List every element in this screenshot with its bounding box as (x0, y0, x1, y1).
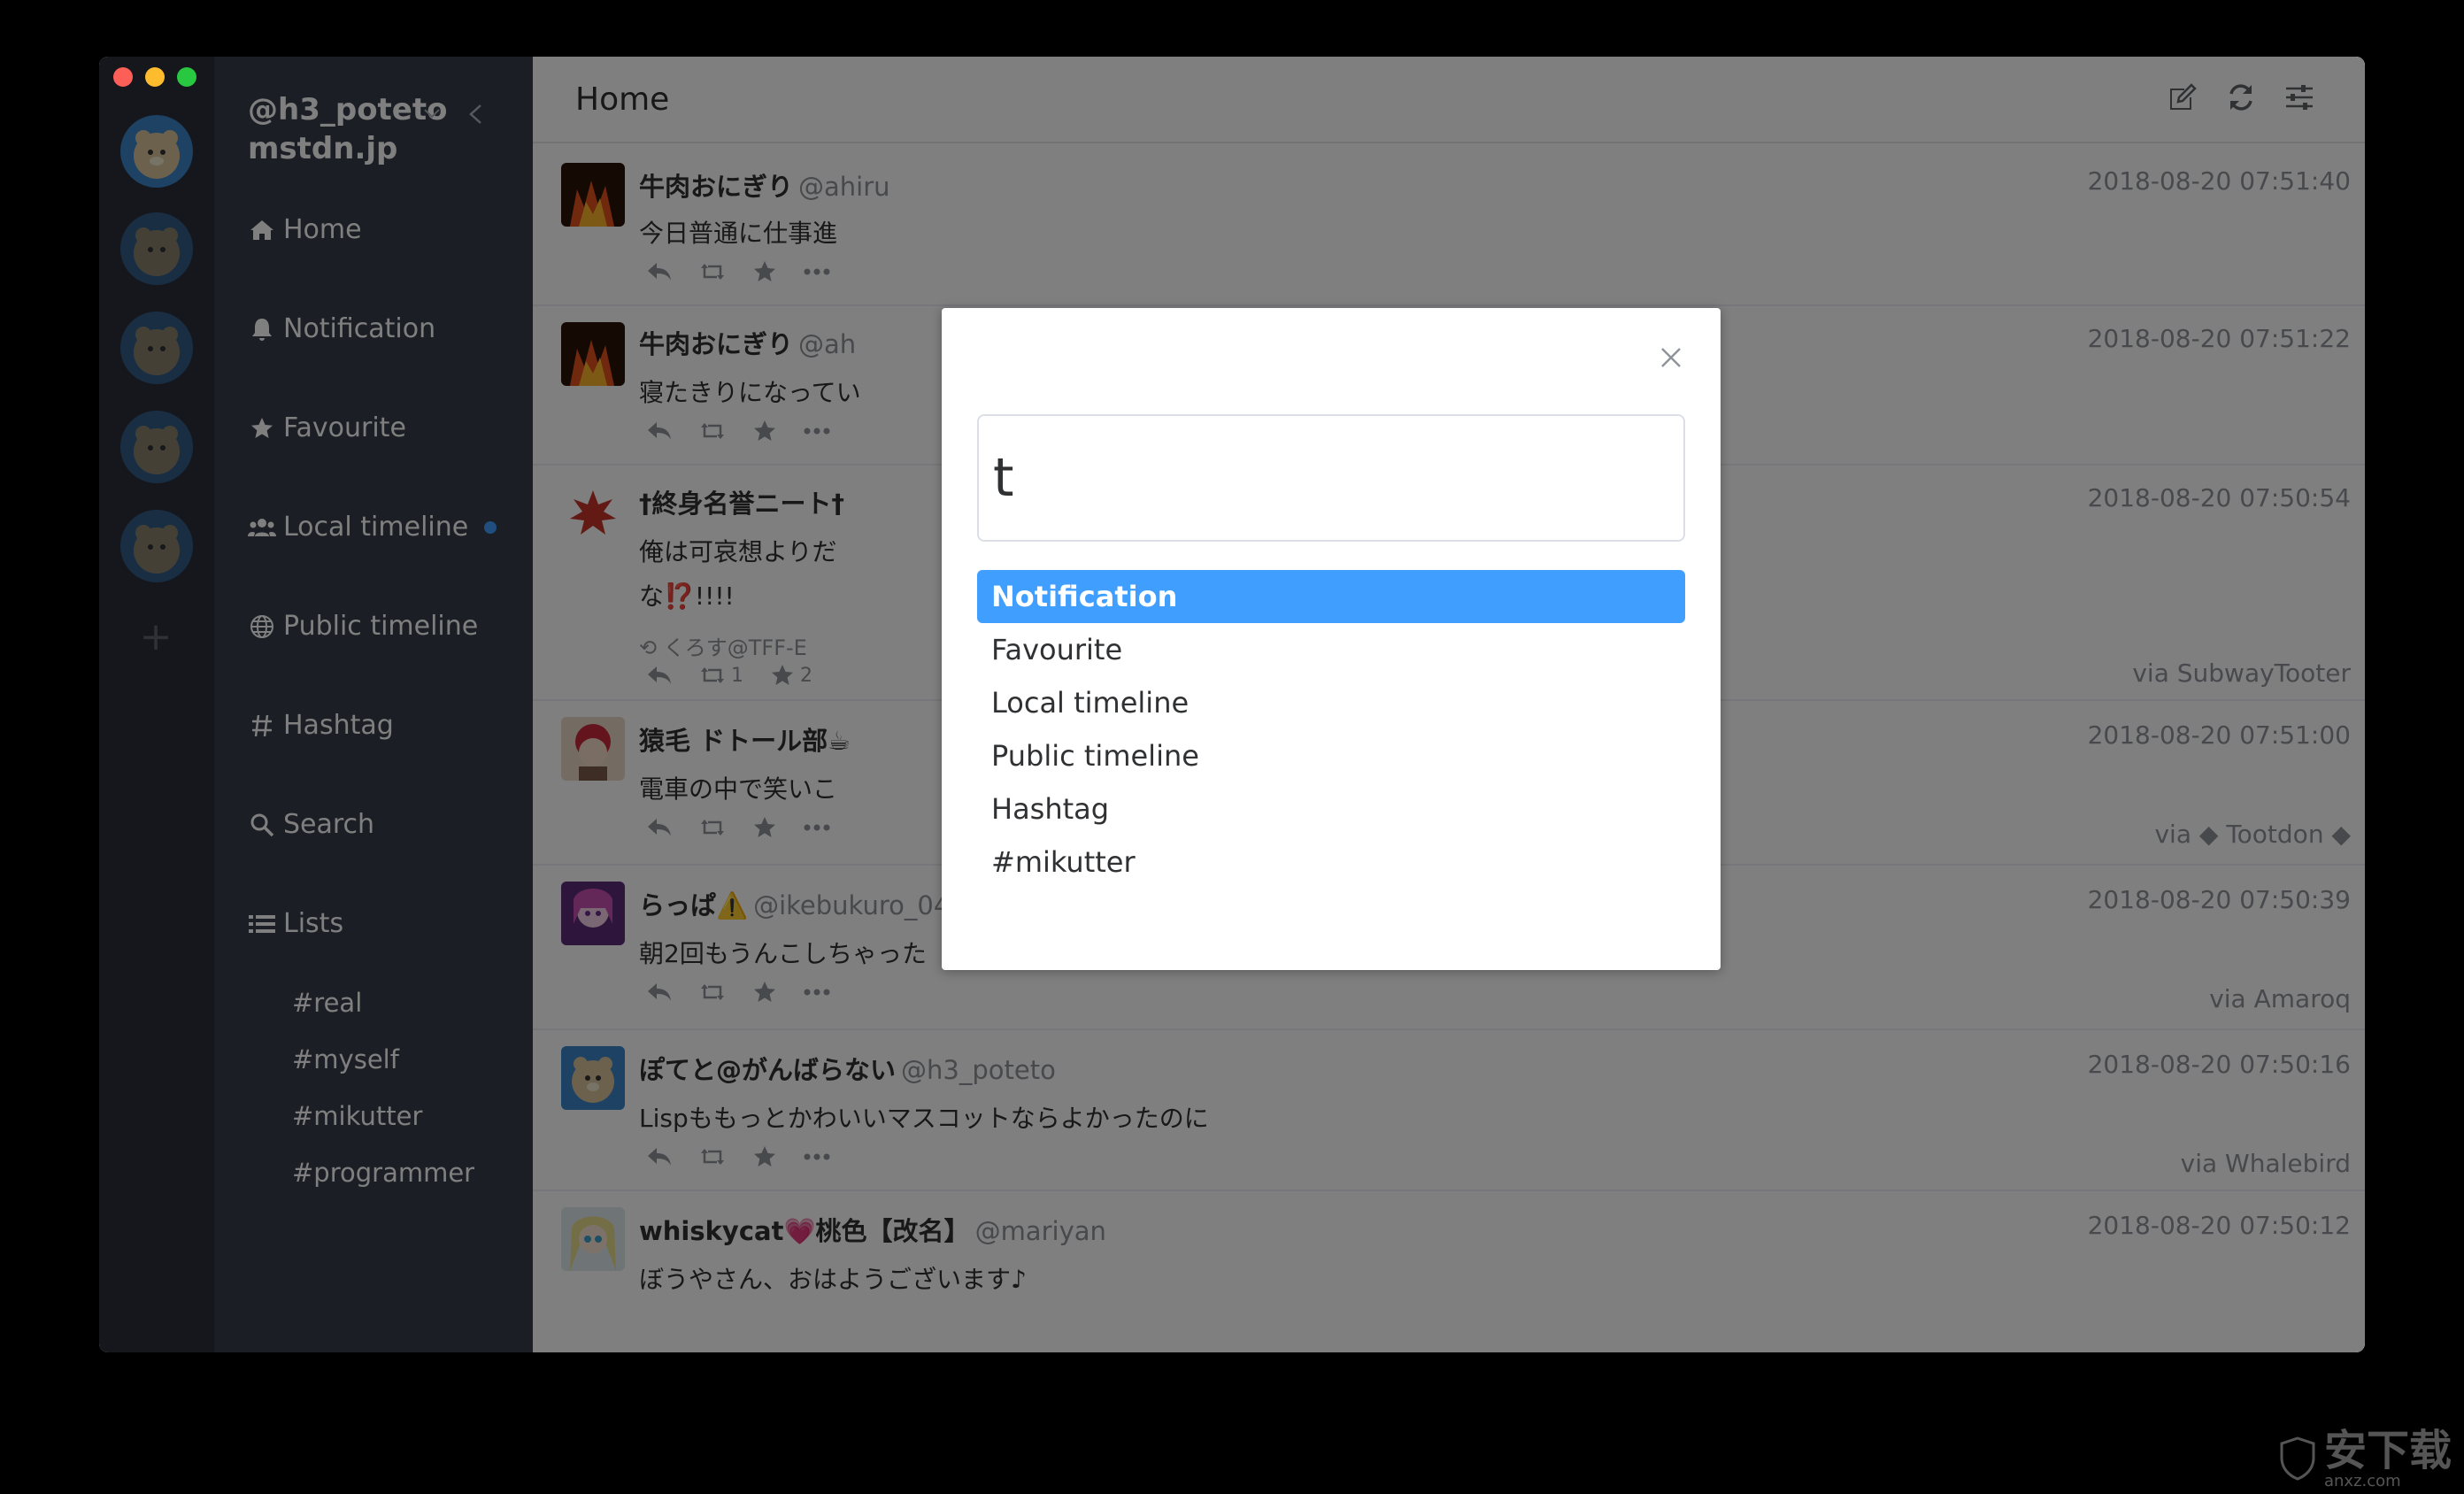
suggestion-local-timeline[interactable]: Local timeline (977, 676, 1685, 729)
suggestion-favourite[interactable]: Favourite (977, 623, 1685, 676)
close-icon[interactable] (1659, 345, 1683, 370)
shield-icon (2278, 1436, 2317, 1484)
suggestion-notification[interactable]: Notification (977, 570, 1685, 623)
suggestion-public-timeline[interactable]: Public timeline (977, 729, 1685, 782)
watermark: 安下载 anxz.com (2278, 1429, 2452, 1490)
close-window-button[interactable] (113, 67, 133, 87)
suggestion-hashtag[interactable]: Hashtag (977, 782, 1685, 836)
app-window: + @h3_poteto mstdn.jp Home Notification … (99, 57, 2365, 1352)
jump-suggestions: Notification Favourite Local timeline Pu… (977, 570, 1685, 889)
jump-modal: Notification Favourite Local timeline Pu… (942, 308, 1721, 970)
maximize-window-button[interactable] (177, 67, 196, 87)
watermark-text: 安下载 (2323, 1426, 2452, 1475)
window-controls (113, 67, 196, 87)
suggestion-mikutter[interactable]: #mikutter (977, 836, 1685, 889)
minimize-window-button[interactable] (145, 67, 165, 87)
jump-input[interactable] (977, 414, 1685, 542)
